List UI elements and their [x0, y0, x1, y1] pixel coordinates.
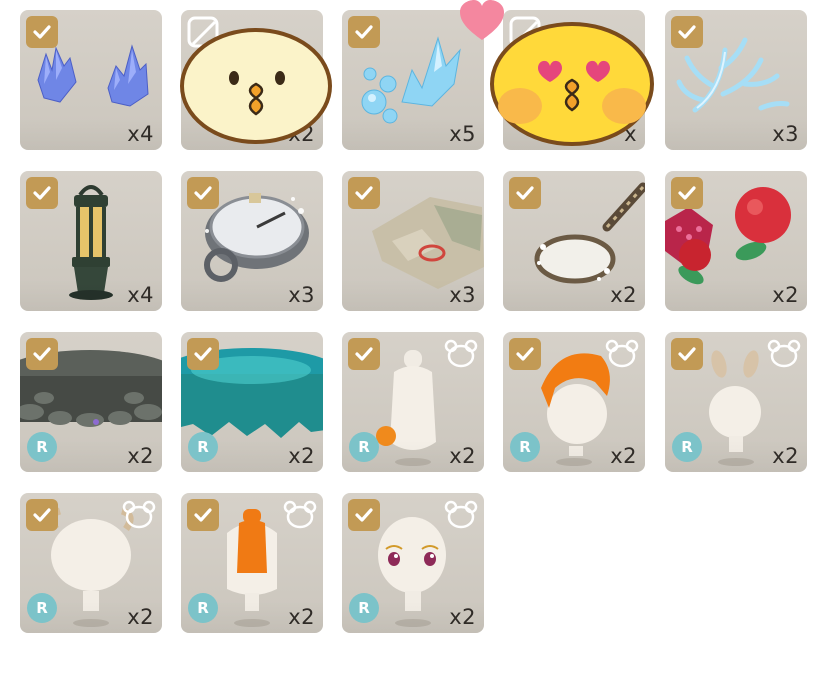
rarity-badge: R	[349, 432, 379, 462]
rarity-badge: R	[349, 593, 379, 623]
check-icon	[187, 177, 219, 209]
item-tile-lantern[interactable]: x4	[20, 171, 162, 311]
check-icon	[509, 177, 541, 209]
item-quantity: x3	[772, 122, 799, 146]
item-quantity: x3	[288, 283, 315, 307]
check-icon	[26, 16, 58, 48]
item-tile-hair-bun-orange-tie[interactable]: R x2	[342, 332, 484, 472]
check-icon	[671, 338, 703, 370]
item-quantity: x2	[449, 605, 476, 629]
rarity-badge: R	[188, 593, 218, 623]
check-icon	[348, 177, 380, 209]
item-quantity: x2	[288, 444, 315, 468]
item-quantity: x2	[772, 283, 799, 307]
item-tile-teal-platform[interactable]: R x2	[181, 332, 323, 472]
item-tile-doll-face[interactable]: R x2	[342, 493, 484, 633]
check-icon	[671, 16, 703, 48]
check-icon	[26, 499, 58, 531]
item-tile-blue-crystals[interactable]: x4	[20, 10, 162, 150]
heart-eyes-chick-sticker	[490, 22, 654, 146]
wearable-bear-icon	[767, 339, 801, 368]
check-icon	[348, 338, 380, 370]
item-quantity: x2	[288, 605, 315, 629]
wearable-bear-icon	[122, 500, 156, 529]
item-quantity: x5	[449, 122, 476, 146]
item-tile-treasure-map[interactable]: x3	[342, 171, 484, 311]
item-quantity: x2	[127, 605, 154, 629]
item-quantity: x4	[127, 122, 154, 146]
wearable-bear-icon	[283, 500, 317, 529]
heart-icon	[460, 0, 504, 40]
check-icon	[671, 177, 703, 209]
check-icon	[348, 499, 380, 531]
check-icon	[26, 177, 58, 209]
rarity-badge: R	[27, 593, 57, 623]
item-tile-pomegranates[interactable]: x2	[665, 171, 807, 311]
check-icon	[26, 338, 58, 370]
item-quantity: x4	[127, 283, 154, 307]
rarity-badge: R	[27, 432, 57, 462]
item-quantity: x2	[772, 444, 799, 468]
item-quantity: x2	[610, 444, 637, 468]
item-tile-orange-bob-hair[interactable]: R x2	[503, 332, 645, 472]
wearable-bear-icon	[444, 500, 478, 529]
check-icon	[348, 16, 380, 48]
item-quantity: x3	[449, 283, 476, 307]
item-quantity: x2	[610, 283, 637, 307]
check-icon	[187, 499, 219, 531]
check-icon	[187, 338, 219, 370]
item-tile-orange-braid-hair[interactable]: R x2	[181, 493, 323, 633]
rarity-badge: R	[188, 432, 218, 462]
item-tile-frosted-compass[interactable]: x3	[181, 171, 323, 311]
item-tile-horned-hair[interactable]: R x2	[20, 493, 162, 633]
item-tile-frosted-magnifying-glass[interactable]: x2	[503, 171, 645, 311]
wearable-bear-icon	[444, 339, 478, 368]
item-tile-bunny-ear-hair[interactable]: R x2	[665, 332, 807, 472]
item-tile-stone-platform[interactable]: R x2	[20, 332, 162, 472]
check-icon	[509, 338, 541, 370]
item-tile-frost-coral[interactable]: x3	[665, 10, 807, 150]
wearable-bear-icon	[605, 339, 639, 368]
inventory-grid: x4 x2 x5 x x3 x4 x3 x3 x2 x2 R x2 R x2 R…	[20, 10, 810, 640]
item-quantity: x2	[127, 444, 154, 468]
item-quantity: x2	[449, 444, 476, 468]
rarity-badge: R	[672, 432, 702, 462]
rarity-badge: R	[510, 432, 540, 462]
chick-sticker	[180, 28, 332, 144]
